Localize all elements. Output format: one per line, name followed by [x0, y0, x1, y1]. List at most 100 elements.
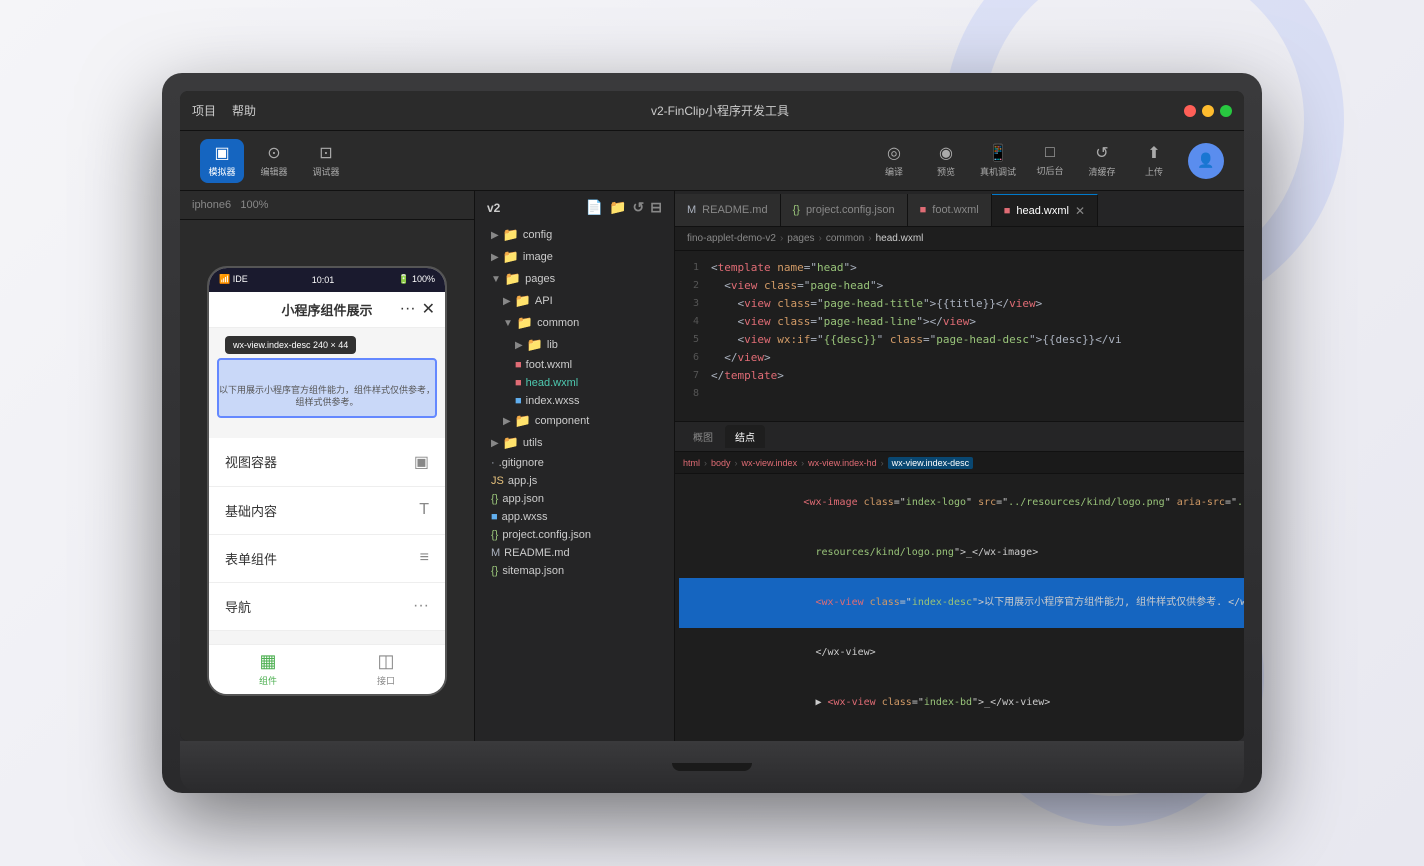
expand-icon: ▶: [503, 416, 511, 427]
folder-label: lib: [547, 339, 558, 351]
background-button[interactable]: □ 切后台: [1032, 144, 1068, 177]
html-line-5[interactable]: </wx-view>: [679, 728, 1244, 741]
filetree-new-folder-icon[interactable]: 📁: [609, 199, 626, 216]
html-line-4[interactable]: ▶ <wx-view class="index-bd">_</wx-view>: [679, 678, 1244, 728]
toolbar-editor-button[interactable]: ⊙ 编辑器: [252, 139, 296, 183]
folder-label: API: [535, 295, 553, 307]
list-item-basic[interactable]: 基础内容 T: [209, 487, 445, 535]
filetree-refresh-icon[interactable]: ↺: [633, 199, 645, 216]
tree-folder-utils[interactable]: ▶ 📁 utils: [475, 432, 674, 454]
tree-folder-config[interactable]: ▶ 📁 config: [475, 224, 674, 246]
avatar[interactable]: 👤: [1188, 143, 1224, 179]
simulator-label: 模拟器: [208, 165, 235, 178]
html-line-3[interactable]: </wx-view>: [679, 628, 1244, 678]
line-num-3: 3: [679, 295, 711, 313]
toolbar-simulator-button[interactable]: ▣ 模拟器: [200, 139, 244, 183]
menu-item-project[interactable]: 项目: [192, 102, 216, 119]
tab-close-icon[interactable]: ✕: [1075, 204, 1085, 218]
tree-file-readme[interactable]: M README.md: [475, 544, 674, 562]
tab-component[interactable]: ▦ 组件: [259, 651, 277, 687]
list-item-view[interactable]: 视图容器 ▣: [209, 438, 445, 487]
tab-project-config[interactable]: {} project.config.json: [781, 194, 908, 226]
upload-button[interactable]: ⬆ 上传: [1136, 143, 1172, 178]
tree-folder-image[interactable]: ▶ 📁 image: [475, 246, 674, 268]
tree-file-appwxss[interactable]: ■ app.wxss: [475, 508, 674, 526]
minimize-button[interactable]: [1202, 105, 1214, 117]
elem-bc-wxview-desc[interactable]: wx-view.index-desc: [888, 457, 974, 469]
phone-highlight-text: 以下用展示小程序官方组件能力，组件样式仅供参考，组样式供参考。: [217, 384, 437, 409]
tree-folder-common[interactable]: ▼ 📁 common: [475, 312, 674, 334]
compile-button[interactable]: ◎ 编译: [876, 143, 912, 178]
phone-status-bar: 📶 IDE 10:01 🔋 100%: [209, 268, 445, 292]
tree-file-appjson[interactable]: {} app.json: [475, 490, 674, 508]
upload-label: 上传: [1145, 165, 1163, 178]
code-line-5: 5 <view wx:if="{{desc}}" class="page-hea…: [675, 331, 1244, 349]
editor-area: M README.md {} project.config.json ■ foo…: [675, 191, 1244, 741]
breadcrumb-sep-0: ›: [780, 233, 783, 244]
tree-file-gitignore[interactable]: · .gitignore: [475, 454, 674, 472]
phone-nav-title: 小程序组件展示: [281, 300, 372, 319]
elem-bc-wxview-index[interactable]: wx-view.index: [742, 458, 798, 468]
bc-sep: ›: [881, 458, 884, 468]
close-button[interactable]: [1184, 105, 1196, 117]
filetree-new-file-icon[interactable]: 📄: [586, 199, 603, 216]
tree-file-head-wxml[interactable]: ■ head.wxml: [475, 374, 674, 392]
device-debug-button[interactable]: 📱 真机调试: [980, 143, 1016, 178]
tree-folder-lib[interactable]: ▶ 📁 lib: [475, 334, 674, 356]
elem-bc-html[interactable]: html: [683, 458, 700, 468]
devtools-content: html › body › wx-view.index › wx-view.in…: [675, 452, 1244, 741]
js-file-icon: JS: [491, 475, 504, 487]
tab-head-wxml[interactable]: ■ head.wxml ✕: [992, 194, 1098, 226]
list-item-nav[interactable]: 导航 ···: [209, 583, 445, 631]
toolbar-right: ◎ 编译 ◉ 预览 📱 真机调试 □ 切后台: [876, 143, 1224, 179]
app-title: v2-FinClip小程序开发工具: [256, 102, 1184, 119]
elem-bc-body[interactable]: body: [711, 458, 731, 468]
compile-label: 编译: [885, 165, 903, 178]
tab-foot-label: foot.wxml: [932, 204, 978, 216]
file-label: foot.wxml: [526, 359, 572, 371]
tree-file-foot-wxml[interactable]: ■ foot.wxml: [475, 356, 674, 374]
breadcrumb-sep-1: ›: [819, 233, 822, 244]
background-icon: □: [1045, 144, 1055, 162]
html-line-1[interactable]: <wx-image class="index-logo" src="../res…: [679, 478, 1244, 528]
tree-folder-component[interactable]: ▶ 📁 component: [475, 410, 674, 432]
folder-label: common: [537, 317, 579, 329]
list-item-form[interactable]: 表单组件 ≡: [209, 535, 445, 583]
list-icon-nav: ···: [413, 597, 429, 615]
devtools-tab-overview[interactable]: 概图: [683, 425, 723, 448]
html-line-1b[interactable]: resources/kind/logo.png">_</wx-image>: [679, 528, 1244, 578]
filetree-controls: 📄 📁 ↺ ⊟: [586, 199, 662, 216]
breadcrumb-item-0: fino-applet-demo-v2: [687, 233, 776, 244]
filetree-collapse-icon[interactable]: ⊟: [650, 199, 662, 216]
tree-file-project-config[interactable]: {} project.config.json: [475, 526, 674, 544]
code-line-8: 8: [675, 385, 1244, 403]
toolbar-debugger-button[interactable]: ⊡ 调试器: [304, 139, 348, 183]
phone-close-icon[interactable]: ✕: [422, 299, 435, 319]
elem-bc-wxview-hd[interactable]: wx-view.index-hd: [808, 458, 877, 468]
preview-button[interactable]: ◉ 预览: [928, 143, 964, 178]
phone-more-dots[interactable]: ···: [400, 300, 416, 318]
tree-folder-pages[interactable]: ▼ 📁 pages: [475, 268, 674, 290]
tab-interface[interactable]: ◫ 接口: [377, 651, 395, 687]
tree-file-sitemap[interactable]: {} sitemap.json: [475, 562, 674, 580]
tree-file-appjs[interactable]: JS app.js: [475, 472, 674, 490]
screen-bezel: 项目 帮助 v2-FinClip小程序开发工具 ▣ 模拟器: [180, 91, 1244, 741]
tree-file-index-wxss[interactable]: ■ index.wxss: [475, 392, 674, 410]
bc-sep: ›: [704, 458, 707, 468]
preview-label: 预览: [937, 165, 955, 178]
tab-foot-wxml[interactable]: ■ foot.wxml: [908, 194, 992, 226]
line-num-4: 4: [679, 313, 711, 331]
code-area[interactable]: 1 <template name="head"> 2 <view class="…: [675, 251, 1244, 421]
html-line-2[interactable]: <wx-view class="index-desc">以下用展示小程序官方组件…: [679, 578, 1244, 628]
devtools-panel: 概图 结点 html › body ›: [675, 421, 1244, 741]
clear-cache-icon: ↺: [1095, 143, 1108, 163]
maximize-button[interactable]: [1220, 105, 1232, 117]
line-num-7: 7: [679, 367, 711, 385]
menu-item-help[interactable]: 帮助: [232, 102, 256, 119]
tree-folder-api[interactable]: ▶ 📁 API: [475, 290, 674, 312]
editor-icon: ⊙: [267, 143, 280, 163]
tab-readme[interactable]: M README.md: [675, 194, 781, 226]
devtools-tab-nodes[interactable]: 结点: [725, 425, 765, 448]
clear-cache-button[interactable]: ↺ 清缓存: [1084, 143, 1120, 178]
code-line-6: 6 </view>: [675, 349, 1244, 367]
